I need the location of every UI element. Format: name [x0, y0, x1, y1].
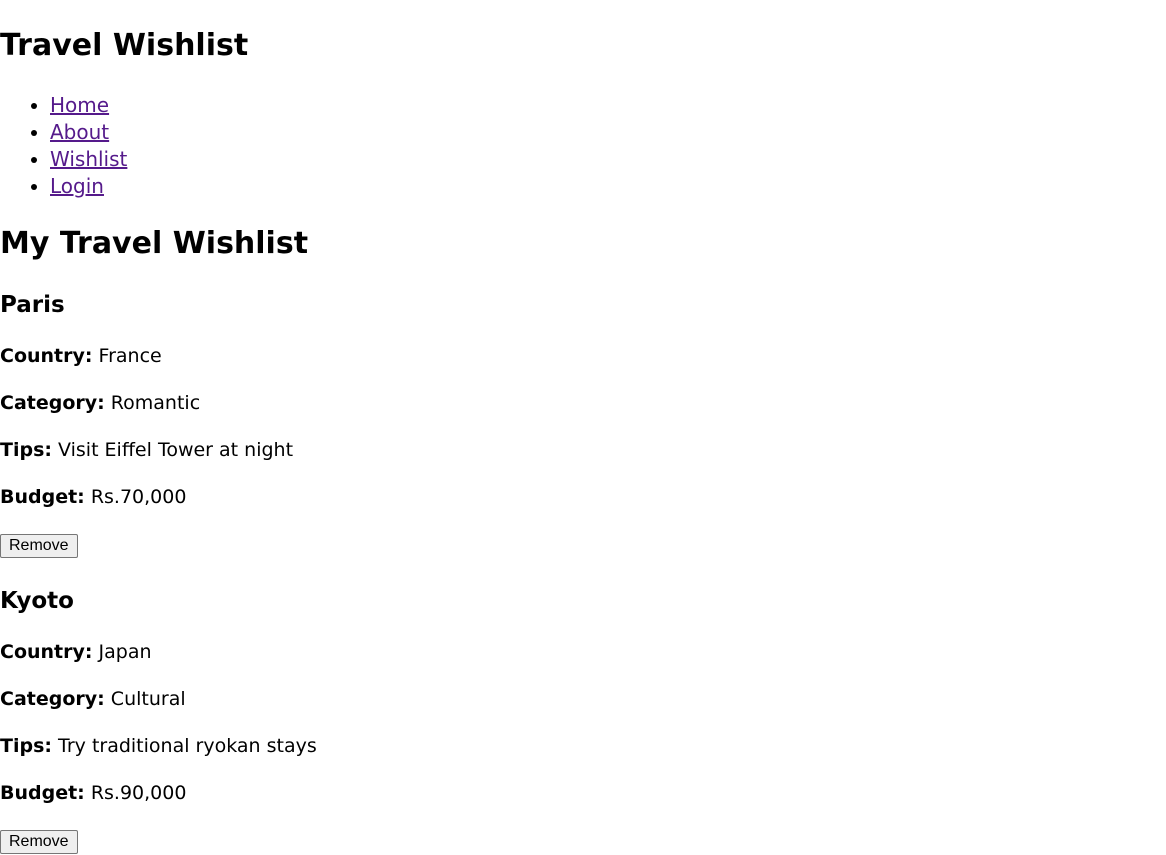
nav-menu: Home About Wishlist Login — [0, 92, 127, 200]
destination-name: Kyoto — [0, 588, 74, 614]
destination-country: Country: France — [0, 344, 162, 368]
budget-label: Budget: — [0, 782, 85, 804]
nav-link-login[interactable]: Login — [50, 174, 104, 198]
nav-item-home: Home — [50, 92, 127, 119]
destination-name: Paris — [0, 292, 65, 318]
country-label: Country: — [0, 641, 93, 663]
destination-category: Category: Cultural — [0, 687, 186, 711]
tips-value: Visit Eiffel Tower at night — [58, 439, 294, 461]
tips-label: Tips: — [0, 439, 52, 461]
country-value: Japan — [98, 641, 152, 663]
tips-value: Try traditional ryokan stays — [58, 735, 317, 757]
destination-budget: Budget: Rs.70,000 — [0, 485, 186, 509]
budget-label: Budget: — [0, 486, 85, 508]
nav-link-about[interactable]: About — [50, 120, 109, 144]
destination-budget: Budget: Rs.90,000 — [0, 781, 186, 805]
nav-link-home[interactable]: Home — [50, 93, 109, 117]
category-label: Category: — [0, 688, 105, 710]
country-value: France — [98, 345, 162, 367]
tips-label: Tips: — [0, 735, 52, 757]
nav-item-login: Login — [50, 173, 127, 200]
remove-button[interactable]: Remove — [0, 534, 78, 558]
page-heading: My Travel Wishlist — [0, 226, 309, 261]
category-label: Category: — [0, 392, 105, 414]
budget-value: Rs.70,000 — [90, 486, 187, 508]
nav-item-wishlist: Wishlist — [50, 146, 127, 173]
destination-card-paris: Paris Country: France Category: Romantic… — [0, 291, 600, 561]
destination-country: Country: Japan — [0, 640, 152, 664]
destination-card-kyoto: Kyoto Country: Japan Category: Cultural … — [0, 587, 600, 855]
category-value: Romantic — [110, 392, 201, 414]
category-value: Cultural — [110, 688, 186, 710]
destination-tips: Tips: Visit Eiffel Tower at night — [0, 438, 293, 462]
budget-value: Rs.90,000 — [90, 782, 187, 804]
nav-item-about: About — [50, 119, 127, 146]
site-title: Travel Wishlist — [0, 28, 249, 63]
destination-tips: Tips: Try traditional ryokan stays — [0, 734, 317, 758]
page: Travel Wishlist Home About Wishlist Logi… — [0, 0, 1166, 855]
remove-button[interactable]: Remove — [0, 830, 78, 854]
nav-link-wishlist[interactable]: Wishlist — [50, 147, 127, 171]
destination-category: Category: Romantic — [0, 391, 200, 415]
country-label: Country: — [0, 345, 93, 367]
